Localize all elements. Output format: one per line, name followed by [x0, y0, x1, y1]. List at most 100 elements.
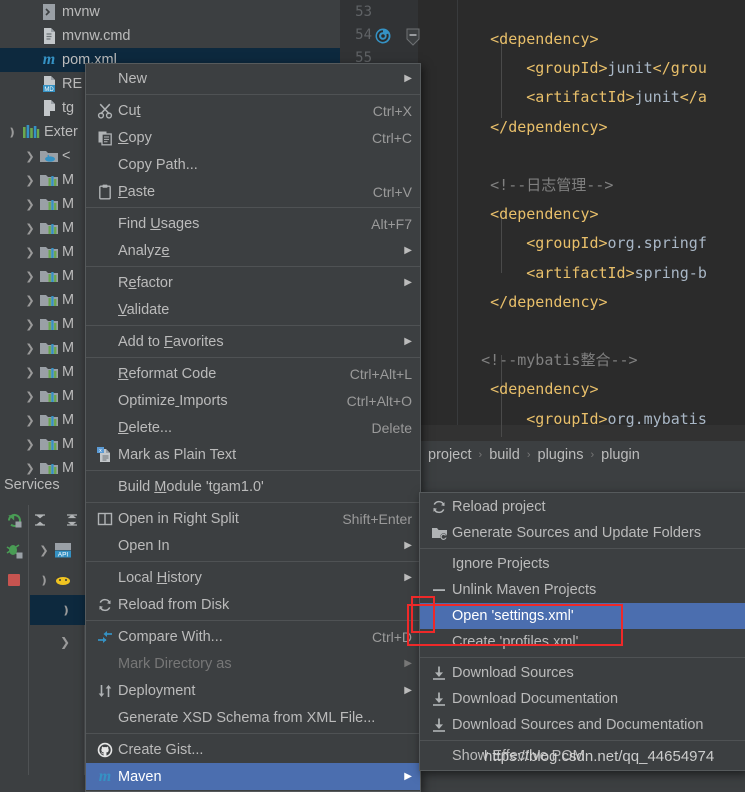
menu-item-compare-with[interactable]: Compare With...Ctrl+D [86, 623, 420, 650]
breadcrumb-item-plugins[interactable]: plugins [538, 447, 584, 463]
menu-item-find-usages[interactable]: Find UsagesAlt+F7 [86, 210, 420, 237]
chevron-right-icon[interactable]: ❯ [22, 390, 38, 403]
services-expand-chevron[interactable]: ❯ [60, 635, 70, 649]
menu-item-mark-as-plain-text[interactable]: xMark as Plain Text [86, 441, 420, 468]
tree-item-label: M [62, 388, 74, 404]
menu-item-label: Ignore Projects [452, 556, 738, 572]
chevron-down-icon[interactable]: ❫ [36, 574, 52, 587]
breadcrumb-separator: › [527, 449, 531, 461]
menu-item-generate-xsd-schema-from-xml-file[interactable]: Generate XSD Schema from XML File... [86, 704, 420, 731]
chevron-right-icon[interactable]: ❯ [22, 414, 38, 427]
menu-separator [86, 266, 420, 267]
menu-item-open-in[interactable]: Open In▶ [86, 532, 420, 559]
menu-item-open-settings-xml[interactable]: Open 'settings.xml' [420, 603, 745, 629]
maven-pom-icon: m [38, 52, 60, 68]
menu-item-build-module-tgam1-0[interactable]: Build Module 'tgam1.0' [86, 473, 420, 500]
tree-item-mvnw-cmd[interactable]: mvnw.cmd [0, 24, 340, 48]
menu-item-local-history[interactable]: Local History▶ [86, 564, 420, 591]
chevron-right-icon[interactable]: ❯ [22, 438, 38, 451]
menu-item-label: New [118, 71, 394, 87]
menu-item-create-gist[interactable]: Create Gist... [86, 736, 420, 763]
menu-item-mark-directory-as: Mark Directory as▶ [86, 650, 420, 677]
menu-item-deployment[interactable]: Deployment▶ [86, 677, 420, 704]
menu-item-label: Compare With... [118, 629, 358, 645]
menu-item-new[interactable]: New ▶ [86, 65, 420, 92]
chevron-right-icon[interactable]: ❯ [22, 150, 38, 163]
maven-submenu[interactable]: Reload project Generate Sources and Updat… [419, 492, 745, 771]
menu-item-reformat-code[interactable]: Reformat CodeCtrl+Alt+L [86, 360, 420, 387]
maven-library-icon [38, 412, 60, 428]
rerun-icon[interactable] [0, 505, 28, 535]
chevron-right-icon[interactable]: ❯ [22, 246, 38, 259]
menu-separator [86, 502, 420, 503]
menu-item-unlink-maven-projects[interactable]: Unlink Maven Projects [420, 577, 745, 603]
tree-item-mvnw[interactable]: mvnw [0, 0, 340, 24]
chevron-down-icon[interactable]: ❫ [58, 604, 74, 617]
submenu-arrow-icon: ▶ [404, 336, 412, 347]
chevron-right-icon[interactable]: ❯ [22, 222, 38, 235]
menu-item-analyze[interactable]: Analyze▶ [86, 237, 420, 264]
menu-item-optimize-imports[interactable]: Optimize ImportsCtrl+Alt+O [86, 387, 420, 414]
tomcat-icon [52, 572, 74, 588]
menu-item-download-sources-and-documentation[interactable]: Download Sources and Documentation [420, 712, 745, 738]
code-text[interactable]: <dependency><groupId>junit</grou<artifac… [418, 0, 745, 440]
menu-item-copy-path[interactable]: Copy Path... [86, 151, 420, 178]
chevron-right-icon[interactable]: ❯ [22, 366, 38, 379]
tree-item-label: M [62, 172, 74, 188]
menu-item-paste[interactable]: PasteCtrl+V [86, 178, 420, 205]
breadcrumb-item-build[interactable]: build [489, 447, 520, 463]
menu-item-add-to-favorites[interactable]: Add to Favorites▶ [86, 328, 420, 355]
services-toolbar[interactable] [0, 505, 28, 625]
maven-library-icon [38, 388, 60, 404]
menu-item-validate[interactable]: Validate [86, 296, 420, 323]
breadcrumb[interactable]: project›build›plugins›plugin [418, 441, 745, 468]
maven-library-icon [38, 364, 60, 380]
chevron-right-icon[interactable]: ❯ [22, 174, 38, 187]
menu-item-ignore-projects[interactable]: Ignore Projects [420, 551, 745, 577]
chevron-right-icon[interactable]: ❯ [22, 318, 38, 331]
menu-item-refactor[interactable]: Refactor▶ [86, 269, 420, 296]
tree-item-label: M [62, 412, 74, 428]
breadcrumb-item-project[interactable]: project [428, 447, 472, 463]
menu-item-reload-from-disk[interactable]: Reload from Disk [86, 591, 420, 618]
code-fold-marker[interactable] [404, 28, 422, 50]
breadcrumb-item-plugin[interactable]: plugin [601, 447, 640, 463]
menu-item-label: Create Gist... [118, 742, 412, 758]
menu-item-reload-project[interactable]: Reload project [420, 494, 745, 520]
debug-icon[interactable] [0, 535, 28, 565]
stop-icon[interactable] [0, 565, 28, 595]
chevron-right-icon[interactable]: ❯ [22, 462, 38, 475]
menu-item-open-in-right-split[interactable]: Open in Right SplitShift+Enter [86, 505, 420, 532]
chevron-right-icon[interactable]: ❯ [22, 198, 38, 211]
file-context-menu[interactable]: New ▶ CutCtrl+XCopyCtrl+CCopy Path...Paste… [85, 63, 421, 792]
menu-item-maven[interactable]: mMaven▶ [86, 763, 420, 790]
expand-all-icon[interactable] [32, 512, 48, 528]
code-line: </dependency> [490, 118, 607, 136]
chevron-right-icon[interactable]: ❯ [36, 544, 52, 557]
menu-item-label: Copy [118, 130, 358, 146]
chevron-down-icon[interactable]: ❫ [4, 126, 20, 139]
menu-item-generate-sources-and-update-folders[interactable]: Generate Sources and Update Folders [420, 520, 745, 546]
submenu-arrow-icon: ▶ [404, 73, 412, 84]
line-number: 53 [355, 4, 372, 20]
menu-item-delete[interactable]: Delete...Delete [86, 414, 420, 441]
tree-item-label: M [62, 292, 74, 308]
compare-icon [92, 629, 118, 645]
menu-item-create-profiles-xml[interactable]: Create 'profiles.xml' [420, 629, 745, 655]
menu-item-shortcut: Ctrl+Alt+L [350, 366, 412, 382]
menu-item-copy[interactable]: CopyCtrl+C [86, 124, 420, 151]
chevron-right-icon[interactable]: ❯ [22, 294, 38, 307]
menu-item-download-sources[interactable]: Download Sources [420, 660, 745, 686]
menu-item-label: Reload project [452, 499, 738, 515]
menu-item-label: Validate [118, 302, 412, 318]
menu-item-label: Delete... [118, 420, 358, 436]
menu-item-cut[interactable]: CutCtrl+X [86, 97, 420, 124]
code-line: <artifactId>spring-b [526, 264, 707, 282]
collapse-all-icon[interactable] [64, 512, 80, 528]
api-icon: API [52, 542, 74, 558]
plain-text-icon: x [92, 447, 118, 463]
chevron-right-icon[interactable]: ❯ [22, 342, 38, 355]
chevron-right-icon[interactable]: ❯ [22, 270, 38, 283]
maven-reload-gutter-icon[interactable] [374, 27, 392, 45]
menu-item-download-documentation[interactable]: Download Documentation [420, 686, 745, 712]
